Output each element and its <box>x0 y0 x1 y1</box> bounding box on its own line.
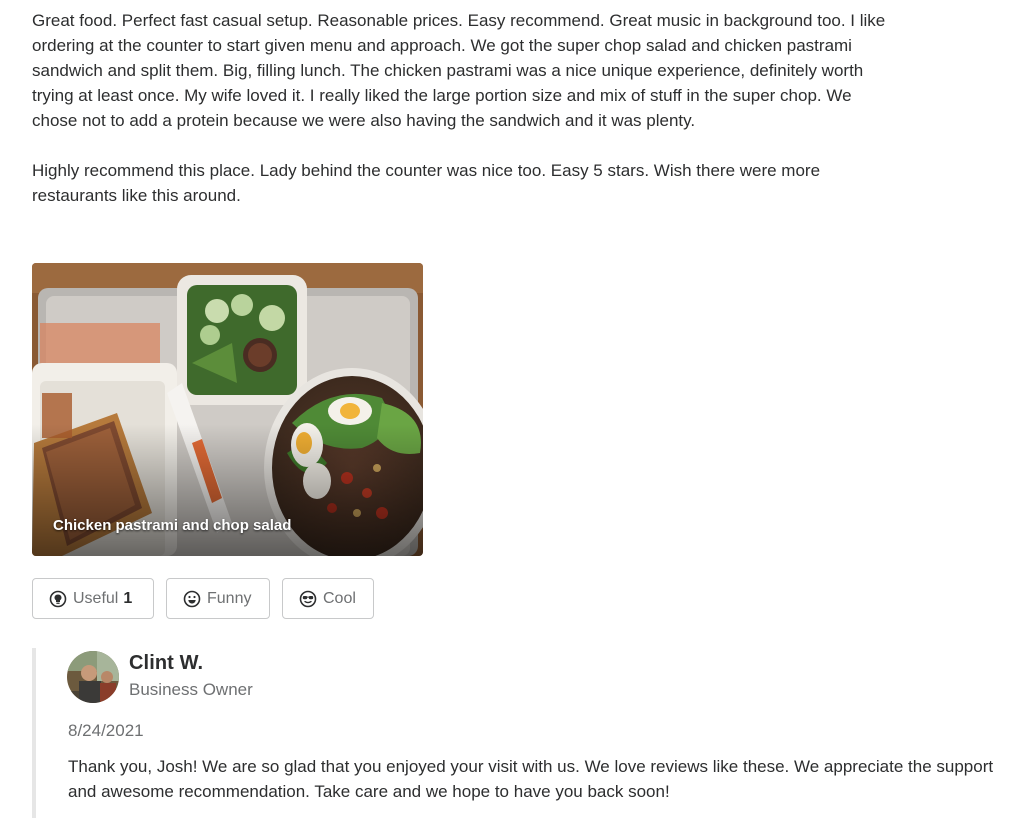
avatar[interactable] <box>67 651 119 703</box>
reply-text: Thank you, Josh! We are so glad that you… <box>68 757 994 801</box>
funny-label: Funny <box>207 589 252 607</box>
food-photo-image <box>32 263 423 556</box>
review-paragraph: Great food. Perfect fast casual setup. R… <box>32 11 886 130</box>
cool-button[interactable]: Cool <box>282 578 374 619</box>
owner-role: Business Owner <box>129 680 253 699</box>
cool-label: Cool <box>323 589 356 607</box>
lightbulb-icon <box>49 590 67 608</box>
reaction-buttons: Useful 1 Funny Cool <box>32 578 374 619</box>
owner-name[interactable]: Clint W. <box>129 652 203 675</box>
useful-button[interactable]: Useful 1 <box>32 578 154 619</box>
owner-avatar-image <box>67 651 119 703</box>
smiley-icon <box>183 590 201 608</box>
review-photo[interactable]: Chicken pastrami and chop salad <box>32 263 423 556</box>
business-owner-reply: Clint W. Business Owner 8/24/2021 Thank … <box>32 648 1011 818</box>
review-text: Great food. Perfect fast casual setup. R… <box>32 8 892 208</box>
useful-label: Useful <box>73 589 119 607</box>
sunglasses-icon <box>299 590 317 608</box>
review-body: Great food. Perfect fast casual setup. R… <box>32 8 892 208</box>
funny-button[interactable]: Funny <box>166 578 270 619</box>
useful-count: 1 <box>123 589 133 607</box>
photo-caption: Chicken pastrami and chop salad <box>53 517 292 534</box>
review-paragraph: Highly recommend this place. Lady behind… <box>32 161 821 205</box>
reply-date: 8/24/2021 <box>68 721 144 740</box>
